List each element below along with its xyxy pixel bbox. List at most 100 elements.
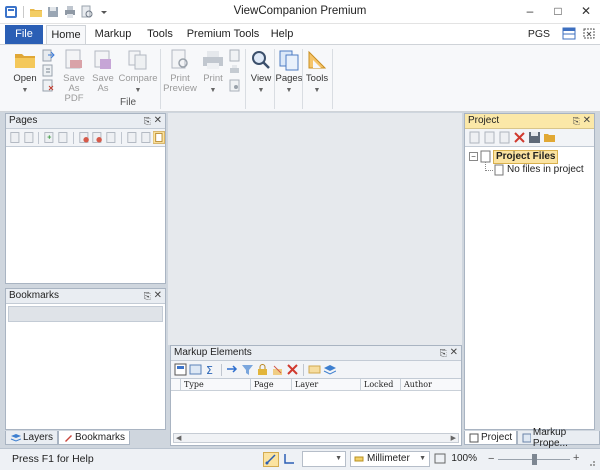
page-add-icon[interactable]: [57, 131, 69, 144]
layers-stack-icon[interactable]: [323, 363, 336, 376]
horizontal-scrollbar[interactable]: ◀ ▶: [173, 433, 459, 443]
tree-connector: [485, 170, 493, 171]
open-button[interactable]: Open ▼: [10, 48, 40, 96]
batch-print-icon[interactable]: [228, 64, 241, 77]
zoom-out-icon[interactable]: −: [488, 453, 494, 465]
view-button[interactable]: View ▼: [248, 48, 274, 96]
markup-table-header: Type Page Layer Locked Author: [171, 379, 461, 391]
column-header-layer[interactable]: Layer: [292, 379, 361, 390]
layout-toggle-icon[interactable]: [562, 27, 576, 43]
sum-icon[interactable]: Σ: [204, 363, 217, 376]
project-remove-icon[interactable]: [513, 131, 526, 144]
zoom-in-icon[interactable]: +: [573, 452, 579, 464]
page-first-icon[interactable]: [9, 131, 21, 144]
pin-icon[interactable]: ⎘: [440, 346, 447, 360]
unlock-icon[interactable]: [271, 363, 284, 376]
page-prev-icon[interactable]: [23, 131, 35, 144]
markup-filter-funnel-icon[interactable]: [241, 363, 254, 376]
pin-icon[interactable]: ⎘: [144, 114, 151, 128]
resize-grip-icon[interactable]: [586, 457, 596, 467]
right-panel-tabs: Project Markup Prope...: [464, 427, 600, 449]
import-icon[interactable]: [42, 64, 55, 77]
tab-layers[interactable]: Layers: [5, 431, 59, 445]
project-new-icon[interactable]: [468, 131, 481, 144]
ortho-toggle-button[interactable]: [282, 452, 298, 467]
tab-bookmarks[interactable]: Bookmarks: [58, 431, 131, 445]
save-as-button[interactable]: Save As: [90, 48, 116, 94]
collapse-toggle-icon[interactable]: −: [469, 152, 478, 161]
go-to-markup-icon[interactable]: [226, 363, 239, 376]
scroll-left-icon[interactable]: ◀: [176, 434, 181, 442]
tree-root-project-files[interactable]: Project Files: [493, 150, 559, 164]
file-group-label: File: [120, 97, 137, 108]
scale-dropdown[interactable]: ▼: [302, 451, 346, 467]
close-button[interactable]: ✕: [572, 0, 600, 22]
markup-panel-title: Markup Elements: [174, 347, 252, 358]
fullscreen-icon[interactable]: [582, 27, 596, 43]
print-preview-button[interactable]: Print Preview: [162, 48, 198, 94]
column-header-locked[interactable]: Locked: [361, 379, 401, 390]
tools-button[interactable]: Tools ▼: [304, 48, 330, 96]
chevron-down-icon: ▼: [209, 87, 217, 94]
scroll-right-icon[interactable]: ▶: [451, 434, 456, 442]
markup-panel-header: Markup Elements ⎘ ✕: [171, 346, 461, 361]
page-properties-icon[interactable]: [140, 131, 152, 144]
tab-project[interactable]: Project: [464, 431, 518, 445]
tab-markup[interactable]: Markup: [90, 25, 136, 44]
column-header-page[interactable]: Page: [251, 379, 292, 390]
page-setup-icon[interactable]: [228, 49, 241, 62]
column-header-author[interactable]: Author: [401, 379, 459, 390]
open-folder-icon: [15, 54, 35, 68]
project-add-folder-icon[interactable]: [498, 131, 511, 144]
tab-markup-properties-label: Markup Prope...: [532, 426, 568, 449]
snap-toggle-button[interactable]: [263, 452, 279, 467]
project-open-folder-icon[interactable]: [543, 131, 556, 144]
close-icon[interactable]: ✕: [583, 114, 591, 128]
lock-icon[interactable]: [256, 363, 269, 376]
magnifier-icon: [252, 51, 270, 69]
print-settings-icon[interactable]: [228, 79, 241, 92]
page-extract-icon[interactable]: [105, 131, 117, 144]
document-icon: [494, 164, 504, 176]
open-recent-icon[interactable]: [42, 49, 55, 62]
markup-list-icon[interactable]: [174, 363, 187, 376]
chevron-down-icon: ▼: [134, 87, 142, 94]
ribbon-separator: [302, 49, 303, 109]
project-panel-header: Project ⎘ ✕: [465, 114, 594, 129]
compare-button[interactable]: Compare ▼: [118, 48, 158, 96]
pin-icon[interactable]: ⎘: [144, 289, 151, 303]
page-insert-icon[interactable]: [43, 131, 55, 144]
tab-markup-properties[interactable]: Markup Prope...: [517, 427, 600, 449]
thumbnail-size-icon[interactable]: [153, 131, 166, 144]
close-icon[interactable]: ✕: [154, 289, 162, 303]
delete-markup-icon[interactable]: [286, 363, 299, 376]
close-icon[interactable]: ✕: [450, 346, 458, 360]
tab-help[interactable]: Help: [266, 25, 298, 44]
project-save-icon[interactable]: [528, 131, 541, 144]
pages-panel: Pages ⎘ ✕: [5, 113, 166, 284]
print-preview-icon: [171, 49, 188, 69]
minimize-button[interactable]: –: [516, 0, 544, 22]
comment-icon[interactable]: [308, 363, 321, 376]
tab-file[interactable]: File: [5, 25, 43, 44]
maximize-button[interactable]: □: [544, 0, 572, 22]
tab-tools[interactable]: Tools: [142, 25, 178, 44]
tab-home[interactable]: Home: [46, 25, 86, 44]
page-delete-icon[interactable]: [78, 131, 90, 144]
project-add-file-icon[interactable]: [483, 131, 496, 144]
zoom-slider-thumb[interactable]: [532, 454, 537, 465]
close-doc-icon[interactable]: [42, 79, 55, 92]
pages-button[interactable]: Pages ▼: [276, 48, 302, 96]
markup-filter-icon[interactable]: [189, 363, 202, 376]
close-icon[interactable]: ✕: [154, 114, 162, 128]
tab-premium-tools[interactable]: Premium Tools: [186, 25, 260, 44]
column-header-type[interactable]: Type: [181, 379, 251, 390]
unit-dropdown[interactable]: Millimeter ▼: [350, 451, 430, 467]
page-rotate-icon[interactable]: [126, 131, 138, 144]
chevron-down-icon: ▼: [419, 455, 426, 462]
document-viewport[interactable]: [168, 113, 462, 345]
save-as-pdf-button[interactable]: Save As PDF: [58, 48, 90, 104]
print-button[interactable]: Print ▼: [199, 48, 227, 96]
pin-icon[interactable]: ⎘: [573, 114, 580, 128]
page-remove-icon[interactable]: [91, 131, 103, 144]
